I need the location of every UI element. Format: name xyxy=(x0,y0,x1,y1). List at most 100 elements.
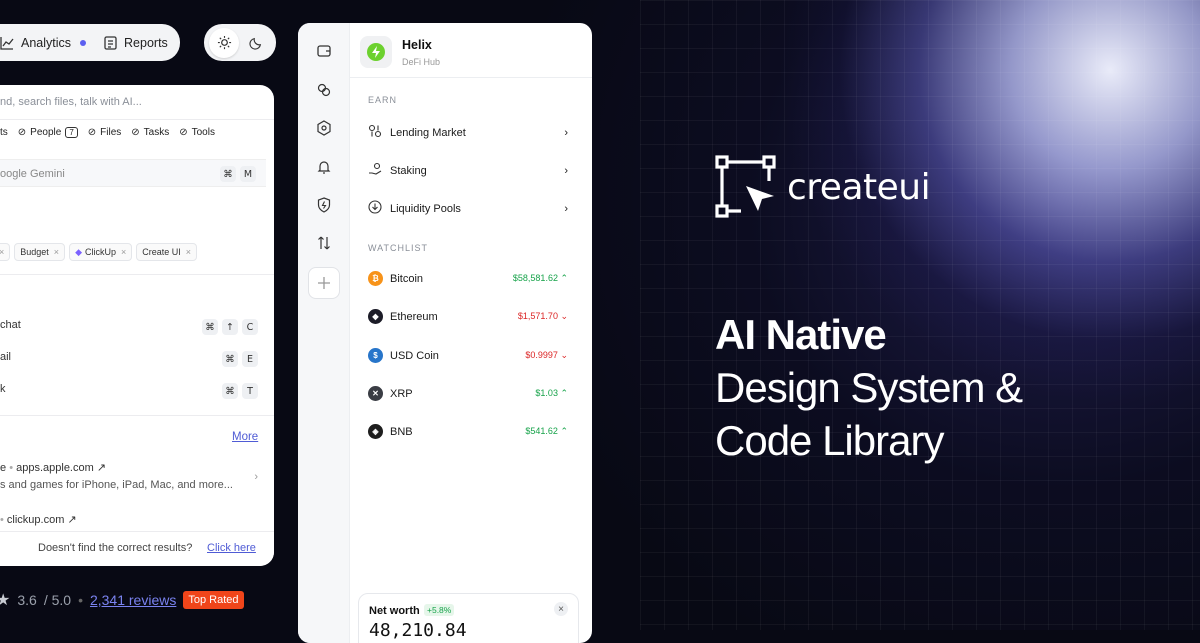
trend-up-icon: ⌃ xyxy=(557,426,568,436)
close-icon[interactable]: × xyxy=(121,247,126,257)
bnb-icon: ◈ xyxy=(368,424,383,439)
filter-ts[interactable]: ts xyxy=(0,127,8,138)
theme-toggle xyxy=(204,24,276,61)
more-link[interactable]: More xyxy=(232,431,272,443)
reviews-link[interactable]: 2,341 reviews xyxy=(90,592,176,608)
defi-app-panel: Helix DeFi Hub EARN Lending Market › Stak… xyxy=(298,23,592,643)
filter-files[interactable]: ⊘ Files xyxy=(88,127,122,138)
chevron-right-icon: › xyxy=(564,126,568,139)
watchlist-item[interactable]: ◆ Ethereum $1,571.70 ⌄ xyxy=(368,309,568,324)
search-placeholder: nd, search files, talk with AI... xyxy=(0,96,142,108)
moon-icon[interactable] xyxy=(241,28,271,58)
app-subtitle: DeFi Hub xyxy=(402,57,441,67)
coin-price: $1,571.70 ⌄ xyxy=(517,311,568,321)
action-row[interactable]: chat ⌘ ↑ C xyxy=(0,319,258,337)
usdc-icon: $ xyxy=(368,348,383,363)
result-domain: apps.apple.com xyxy=(16,462,94,474)
earn-section-label: EARN xyxy=(368,95,398,105)
trend-up-icon: ⌃ xyxy=(557,273,568,283)
tag-create-ui[interactable]: Create UI × xyxy=(136,243,198,261)
gemini-shortcut: ⌘ M xyxy=(216,166,256,182)
action-shortcut: ⌘ ↑ C xyxy=(198,319,258,335)
shield-icon[interactable] xyxy=(314,195,334,215)
tag-budget[interactable]: Budget × xyxy=(14,243,66,261)
top-rated-badge: Top Rated xyxy=(183,591,244,609)
coin-price: $1.03 ⌃ xyxy=(535,388,568,398)
watchlist-item[interactable]: ₿ Bitcoin $58,581.62 ⌃ xyxy=(368,271,568,286)
menu-staking[interactable]: Staking › xyxy=(368,162,568,179)
rating-score: 3.6 xyxy=(17,592,37,608)
lending-icon xyxy=(368,124,382,141)
token-icon[interactable] xyxy=(314,118,334,138)
watchlist-item[interactable]: ◈ BNB $541.62 ⌃ xyxy=(368,424,568,439)
search-input[interactable]: nd, search files, talk with AI... xyxy=(0,96,274,108)
menu-label: Lending Market xyxy=(390,126,466,139)
rating-total: / 5.0 xyxy=(43,592,72,608)
ethereum-icon: ◆ xyxy=(368,309,383,324)
result-domain: clickup.com xyxy=(6,514,65,526)
notification-dot xyxy=(80,39,87,46)
watchlist-section-label: WATCHLIST xyxy=(368,243,428,253)
coin-price: $541.62 ⌃ xyxy=(525,426,568,436)
tag-label: Budget xyxy=(20,247,49,257)
close-icon[interactable]: × xyxy=(554,602,568,616)
people-icon: ⊘ xyxy=(17,127,27,138)
filter-people[interactable]: ⊘ People 7 xyxy=(18,127,78,138)
coin-name: USD Coin xyxy=(390,349,439,362)
transfer-icon[interactable] xyxy=(314,233,334,253)
more-label: More xyxy=(232,431,259,443)
filter-tools[interactable]: ⊘ Tools xyxy=(179,127,215,138)
icon-rail xyxy=(298,23,350,643)
command-search-panel: nd, search files, talk with AI... ts ⊘ Pe… xyxy=(0,85,274,566)
close-icon[interactable]: × xyxy=(186,247,191,257)
chevron-right-icon: › xyxy=(564,164,568,177)
nav-analytics[interactable]: Analytics xyxy=(0,36,87,50)
result-item[interactable]: • clickup.com ↗ xyxy=(0,513,258,526)
nav-reports[interactable]: Reports xyxy=(104,36,168,50)
app-name: Helix xyxy=(402,38,432,52)
networth-change-badge: +5.8% xyxy=(424,604,455,616)
coin-price: $0.9997 ⌄ xyxy=(525,350,568,360)
bell-icon[interactable] xyxy=(314,157,334,177)
watchlist-item[interactable]: ✕ XRP $1.03 ⌃ xyxy=(368,386,568,401)
staking-icon xyxy=(368,162,382,179)
close-icon[interactable]: × xyxy=(54,247,59,257)
filter-tasks[interactable]: ⊘ Tasks xyxy=(131,127,169,138)
filter-label: ts xyxy=(0,127,8,138)
footer-link[interactable]: Click here xyxy=(207,542,256,554)
menu-liquidity-pools[interactable]: Liquidity Pools › xyxy=(368,200,568,217)
coin-name: XRP xyxy=(390,387,413,400)
action-label: k xyxy=(0,383,6,395)
action-label: ail xyxy=(0,351,12,363)
rating-bar: ★ 3.6/ 5.0 • 2,341 reviews Top Rated xyxy=(0,590,244,610)
tag-label: Create UI xyxy=(142,247,181,257)
rings-icon[interactable] xyxy=(314,80,334,100)
liquidity-icon xyxy=(368,200,382,217)
report-icon xyxy=(104,35,117,50)
cursor-select-icon xyxy=(715,155,776,218)
gemini-row[interactable]: oogle Gemini ⌘ M xyxy=(0,159,266,187)
createui-logo: createui xyxy=(715,155,931,219)
tasks-icon: ⊘ xyxy=(131,127,140,138)
result-item[interactable]: e • apps.apple.com ↗ s and games for iPh… xyxy=(0,461,258,491)
coin-price: $58,581.62 ⌃ xyxy=(512,273,568,283)
tag-clickup[interactable]: ◆ ClickUp × xyxy=(69,243,133,261)
menu-label: Staking xyxy=(390,164,427,177)
trend-down-icon: ⌄ xyxy=(557,350,568,360)
action-row[interactable]: k ⌘ T xyxy=(0,383,258,401)
tag-clipped[interactable]: × xyxy=(0,243,11,261)
coin-name: Ethereum xyxy=(390,310,438,323)
external-link-icon: ↗ xyxy=(96,462,107,474)
menu-lending-market[interactable]: Lending Market › xyxy=(368,124,568,141)
action-shortcut: ⌘ E xyxy=(218,351,258,367)
plus-icon[interactable] xyxy=(308,267,340,299)
action-row[interactable]: ail ⌘ E xyxy=(0,351,258,369)
chart-line-icon xyxy=(0,36,14,50)
watchlist-item[interactable]: $ USD Coin $0.9997 ⌄ xyxy=(368,348,568,363)
filter-label: Files xyxy=(100,127,122,138)
wallet-icon[interactable] xyxy=(314,41,334,61)
headline: AI Native Design System & Code Library xyxy=(715,308,1023,467)
sun-icon[interactable] xyxy=(209,27,239,58)
tag-list: × Budget × ◆ ClickUp × Create UI × xyxy=(0,243,274,261)
footer-text: Doesn't find the correct results? xyxy=(38,542,193,554)
